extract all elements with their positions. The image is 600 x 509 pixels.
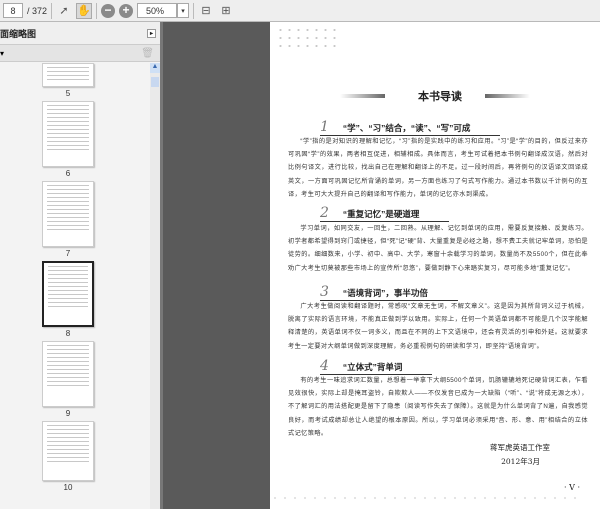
thumbnail-page-5[interactable] xyxy=(42,63,94,87)
section-paragraph: 学习单词，如同交友，一回生，二回熟。从理解、记忆到单词的应用，需要反复接触、反复… xyxy=(288,225,588,272)
page-number: · V · xyxy=(564,483,580,492)
thumbnail-label: 6 xyxy=(65,169,71,178)
document-page: 本书导读 1 “学”、“习”结合，“读”、“写”可成 “学”指的是对知识的理解和记… xyxy=(270,22,600,509)
decorative-dots xyxy=(276,26,336,52)
options-menu-icon[interactable]: ▾ xyxy=(0,49,4,58)
section-paragraph: 广大考生做阅读和翻译题时，常感叹“文章无生词，不解文章义”。这是因为其所背词义过… xyxy=(288,303,588,350)
section-heading: 4 “立体式”背单词 xyxy=(320,358,433,375)
thumbnail-list: 5 6 7 8 9 10 xyxy=(0,63,150,509)
title-ornament xyxy=(340,94,385,98)
thumbnail-scrollbar[interactable]: ▲ xyxy=(150,63,160,509)
section-heading: 2 “重复记忆”是硬道理 xyxy=(320,205,450,222)
section-heading: 3 “语境背词”，事半功倍 xyxy=(320,284,458,301)
zoom-out-icon[interactable]: − xyxy=(101,3,116,18)
panel-title: 面缩略图 xyxy=(0,28,37,39)
page-number-input[interactable]: 8 xyxy=(3,3,23,18)
thumbnail-page-9[interactable] xyxy=(42,341,94,407)
thumbnail-label: 5 xyxy=(65,89,71,98)
zoom-value: 50% xyxy=(146,5,165,16)
signature: 蒋军虎英语工作室 xyxy=(490,443,550,452)
fit-page-icon[interactable]: ⊞ xyxy=(218,3,234,19)
thumbnail-page-8[interactable] xyxy=(42,261,94,327)
decorative-dots xyxy=(270,496,580,500)
thumbnail-panel: 面缩略图 ▸ ▾ 🗑 5 6 7 8 9 10 ▲ xyxy=(0,22,163,509)
thumbnail-page-6[interactable] xyxy=(42,101,94,167)
section-heading: 1 “学”、“习”结合，“读”、“写”可成 xyxy=(320,119,501,136)
scroll-thumb[interactable] xyxy=(151,77,159,87)
page-total: / 372 xyxy=(27,5,48,16)
divider xyxy=(96,2,98,19)
page-current: 8 xyxy=(10,5,16,16)
toolbar: 8 / 372 ➚ ✋ − + 50% ▾ ⊟ ⊞ xyxy=(0,0,600,22)
hand-tool-icon[interactable]: ✋ xyxy=(76,2,93,19)
trash-icon[interactable]: 🗑 xyxy=(141,48,154,59)
thumbnail-label: 7 xyxy=(65,249,71,258)
scroll-up-icon[interactable]: ▲ xyxy=(150,63,160,73)
panel-header: 面缩略图 ▸ xyxy=(0,22,160,45)
zoom-dropdown-icon[interactable]: ▾ xyxy=(177,3,190,18)
thumbnail-label: 8 xyxy=(65,329,71,338)
select-tool-icon[interactable]: ➚ xyxy=(56,3,72,19)
divider xyxy=(193,2,195,19)
section-paragraph: “学”指的是对知识的理解和记忆，“习”指的是实践中的练习和应用。“习”是“学”的… xyxy=(288,138,588,198)
fit-width-icon[interactable]: ⊟ xyxy=(198,3,214,19)
collapse-panel-icon[interactable]: ▸ xyxy=(147,28,156,38)
thumbnail-page-10[interactable] xyxy=(42,421,94,481)
divider xyxy=(51,2,53,19)
thumbnail-label: 10 xyxy=(63,483,73,492)
zoom-input[interactable]: 50% xyxy=(137,3,178,18)
thumbnail-label: 9 xyxy=(65,409,71,418)
section-paragraph: 有的考生一味追求词汇数量，总想着一举拿下大纲5500个单词，饥肠辘辘地死记硬背词… xyxy=(288,377,588,437)
zoom-in-icon[interactable]: + xyxy=(119,3,134,18)
page-title: 本书导读 xyxy=(418,90,462,103)
date: 2012年3月 xyxy=(501,457,540,466)
thumbnail-page-7[interactable] xyxy=(42,181,94,247)
panel-toolbar: ▾ 🗑 xyxy=(0,45,160,62)
